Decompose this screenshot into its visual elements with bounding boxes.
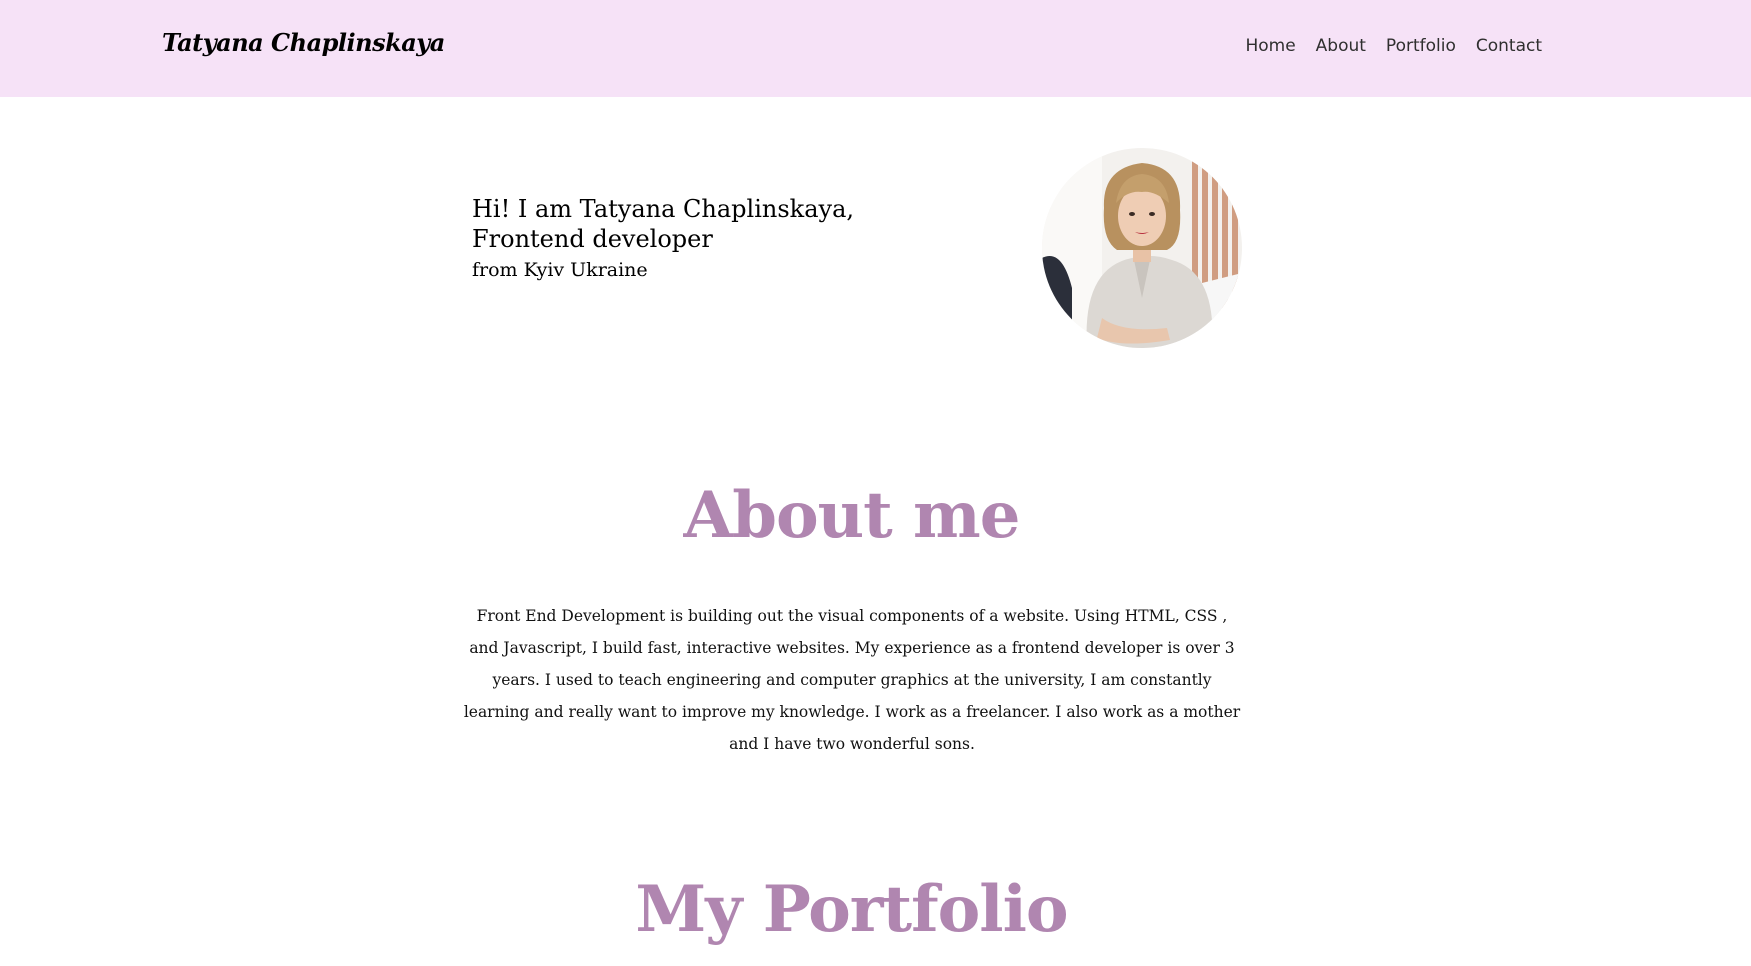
nav-about-link[interactable]: About (1316, 36, 1366, 56)
avatar (1042, 148, 1242, 348)
nav-contact-link[interactable]: Contact (1476, 36, 1542, 56)
hero-greeting-line1: Hi! I am Tatyana Chaplinskaya, (472, 195, 855, 223)
hero-greeting: Hi! I am Tatyana Chaplinskaya, Frontend … (472, 194, 952, 254)
about-text: Front End Development is building out th… (463, 607, 1241, 753)
hero-location: from Kyiv Ukraine (472, 259, 648, 281)
brand-logo[interactable]: Tatyana Chaplinskaya (162, 28, 445, 57)
site-header: Tatyana Chaplinskaya Home About Portfoli… (0, 0, 1751, 97)
about-title: About me (683, 478, 1021, 553)
nav-home-link[interactable]: Home (1245, 36, 1295, 56)
hero-text: Hi! I am Tatyana Chaplinskaya, Frontend … (472, 194, 952, 284)
portfolio-title: My Portfolio (635, 872, 1068, 947)
main-nav: Home About Portfolio Contact (1245, 36, 1542, 56)
nav-portfolio-link[interactable]: Portfolio (1386, 36, 1456, 56)
hero-greeting-line2: Frontend developer (472, 225, 713, 253)
profile-photo-icon (1042, 148, 1242, 348)
